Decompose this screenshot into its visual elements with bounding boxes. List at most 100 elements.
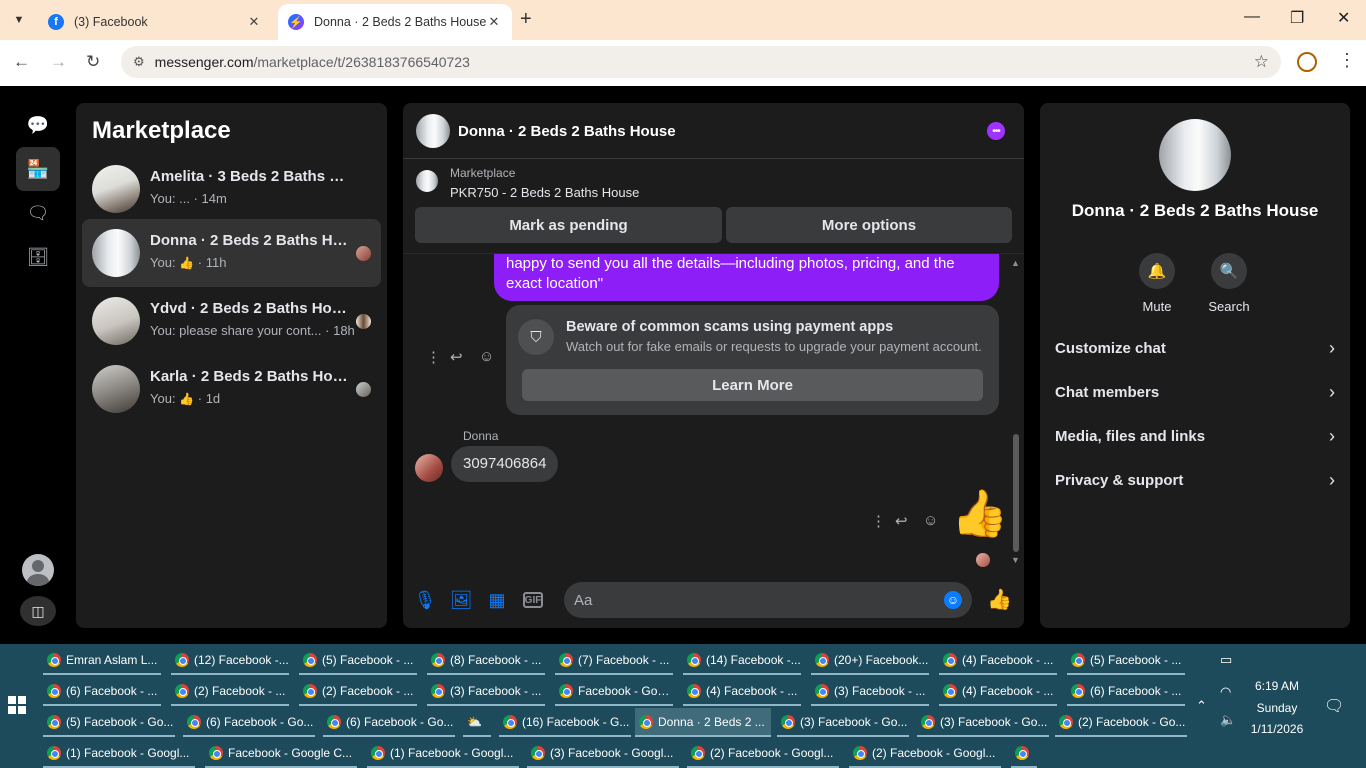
tab-close-icon[interactable]: ✕	[246, 14, 262, 30]
mute-button[interactable]: 🔔 Mute	[1127, 253, 1187, 314]
volume-icon[interactable]: 🔈	[1220, 712, 1236, 728]
chat-members-row[interactable]: Chat members ›	[1055, 378, 1335, 406]
taskbar-window[interactable]: Facebook - Goo...	[555, 677, 673, 706]
react-icon[interactable]: ☺	[479, 348, 494, 365]
taskbar-window[interactable]: (2) Facebook - ...	[299, 677, 417, 706]
close-window-button[interactable]: ✕	[1337, 8, 1350, 28]
back-arrow-icon[interactable]: ←	[13, 52, 30, 72]
taskbar-window[interactable]: (4) Facebook - ...	[683, 677, 801, 706]
scroll-down-icon[interactable]: ▼	[1011, 555, 1020, 565]
scroll-up-icon[interactable]: ▲	[1011, 258, 1020, 268]
taskbar-window[interactable]	[1011, 739, 1037, 768]
scroll-thumb[interactable]	[1013, 434, 1019, 552]
chats-icon[interactable]: 💬	[16, 103, 60, 147]
requests-icon[interactable]: 🗨	[16, 191, 60, 235]
restore-button[interactable]: ❐	[1290, 8, 1304, 28]
conversation-item[interactable]: Karla · 2 Beds 2 Baths House You: 👍 · 1d	[82, 355, 381, 423]
toggle-sidebar-icon[interactable]: ◫	[20, 596, 56, 626]
learn-more-button[interactable]: Learn More	[522, 369, 983, 401]
user-avatar[interactable]	[22, 554, 54, 586]
wifi-icon[interactable]: ◠	[1220, 684, 1231, 700]
tab-facebook[interactable]: f (3) Facebook ✕	[38, 4, 272, 40]
browser-menu-icon[interactable]: ⋮	[1338, 50, 1356, 71]
taskbar-window[interactable]: Emran Aslam L...	[43, 646, 161, 675]
sender-avatar[interactable]	[415, 454, 443, 482]
taskbar-window[interactable]: (2) Facebook - Googl...	[687, 739, 839, 768]
conversation-item[interactable]: Amelita · 3 Beds 2 Baths H... You: ... ·…	[82, 155, 381, 223]
notifications-icon[interactable]: 🗨	[1324, 696, 1344, 716]
taskbar-window[interactable]: (4) Facebook - ...	[939, 646, 1057, 675]
taskbar-window[interactable]: (1) Facebook - Googl...	[43, 739, 195, 768]
customize-chat-row[interactable]: Customize chat ›	[1055, 334, 1335, 362]
media-files-links-row[interactable]: Media, files and links ›	[1055, 422, 1335, 450]
sent-message-bubble[interactable]: happy to send you all the details—includ…	[494, 254, 999, 301]
message-more-icon[interactable]: ⋮	[871, 512, 886, 530]
taskbar-window[interactable]: (3) Facebook - ...	[427, 677, 545, 706]
more-options-button[interactable]: More options	[726, 207, 1012, 243]
taskbar-window-active[interactable]: Donna · 2 Beds 2 ...	[635, 708, 771, 737]
taskbar-window[interactable]: (8) Facebook - ...	[427, 646, 545, 675]
taskbar-window[interactable]: (5) Facebook - ...	[299, 646, 417, 675]
taskbar-window[interactable]: (2) Facebook - ...	[171, 677, 289, 706]
image-icon[interactable]: 🖼	[450, 589, 473, 611]
battery-icon[interactable]: ▭	[1220, 652, 1232, 668]
emoji-icon[interactable]: ☺	[944, 591, 962, 609]
microphone-icon[interactable]: 🎙	[414, 589, 437, 611]
gif-icon[interactable]: GIF	[523, 592, 543, 608]
taskbar-weather[interactable]: ⛅	[463, 708, 491, 737]
forward-arrow-icon[interactable]: →	[50, 52, 67, 72]
message-input[interactable]	[564, 582, 972, 618]
sticker-icon[interactable]: ▦	[486, 589, 508, 611]
reload-icon[interactable]: ↻	[86, 52, 100, 72]
taskbar-clock[interactable]: 6:19 AM Sunday 1/11/2026	[1236, 676, 1318, 741]
profile-icon[interactable]	[1297, 52, 1317, 72]
archive-icon[interactable]: 🗄	[16, 235, 60, 279]
taskbar-window[interactable]: Facebook - Google C...	[205, 739, 357, 768]
send-thumbs-up-icon[interactable]: 👍	[987, 587, 1012, 612]
taskbar-window[interactable]: (14) Facebook -...	[683, 646, 801, 675]
taskbar-window[interactable]: (6) Facebook - ...	[1067, 677, 1185, 706]
search-button[interactable]: 🔍 Search	[1199, 253, 1259, 314]
show-hidden-icons-icon[interactable]: ⌃	[1196, 698, 1207, 714]
taskbar-window[interactable]: (16) Facebook - G...	[499, 708, 631, 737]
tab-messenger[interactable]: ⚡ Donna · 2 Beds 2 Baths House | ✕	[278, 4, 512, 40]
taskbar-window[interactable]: (6) Facebook - ...	[43, 677, 161, 706]
site-settings-icon[interactable]: ⚙	[133, 54, 145, 70]
more-options-icon[interactable]: •••	[987, 122, 1005, 140]
taskbar-window[interactable]: (6) Facebook - Go...	[183, 708, 315, 737]
windows-start-icon[interactable]	[8, 696, 26, 714]
new-tab-button[interactable]: +	[520, 8, 532, 31]
taskbar-window[interactable]: (2) Facebook - Googl...	[849, 739, 1001, 768]
marketplace-icon[interactable]: 🏪	[16, 147, 60, 191]
tab-close-icon[interactable]: ✕	[486, 14, 502, 30]
taskbar-window[interactable]: (7) Facebook - ...	[555, 646, 673, 675]
received-message-bubble[interactable]: 3097406864	[451, 446, 559, 482]
taskbar-window[interactable]: (3) Facebook - Googl...	[527, 739, 679, 768]
taskbar-window[interactable]: (3) Facebook - ...	[811, 677, 929, 706]
taskbar-window[interactable]: (20+) Facebook...	[811, 646, 929, 675]
taskbar-window[interactable]: (5) Facebook - ...	[1067, 646, 1185, 675]
bookmark-star-icon[interactable]: ☆	[1254, 52, 1269, 72]
thumbs-up-sticker-icon[interactable]: 👍	[951, 490, 1008, 536]
taskbar-window[interactable]: (4) Facebook - ...	[939, 677, 1057, 706]
reply-icon[interactable]: ↩	[895, 512, 908, 530]
taskbar-window[interactable]: (3) Facebook - Go...	[917, 708, 1049, 737]
taskbar-window[interactable]: (3) Facebook - Go...	[777, 708, 909, 737]
chat-scrollbar[interactable]: ▲ ▼	[1011, 254, 1021, 571]
taskbar-window[interactable]: (6) Facebook - Go...	[323, 708, 455, 737]
taskbar-window[interactable]: (12) Facebook -...	[171, 646, 289, 675]
taskbar-window[interactable]: (5) Facebook - Go...	[43, 708, 175, 737]
taskbar-window[interactable]: (2) Facebook - Go...	[1055, 708, 1187, 737]
tab-search-button[interactable]: ▼	[8, 9, 30, 31]
react-icon[interactable]: ☺	[923, 512, 938, 529]
conversation-item[interactable]: Ydvd · 2 Beds 2 Baths House You: please …	[82, 287, 381, 355]
conversation-item[interactable]: Donna · 2 Beds 2 Baths Ho... You: 👍 · 11…	[82, 219, 381, 287]
address-bar[interactable]: ⚙ messenger.com/marketplace/t/2638183766…	[121, 46, 1281, 78]
minimize-button[interactable]: —	[1244, 8, 1260, 26]
chat-title[interactable]: Donna · 2 Beds 2 Baths House	[458, 123, 676, 140]
privacy-support-row[interactable]: Privacy & support ›	[1055, 466, 1335, 494]
chat-thumbnail[interactable]	[416, 114, 450, 148]
message-more-icon[interactable]: ⋮	[426, 348, 441, 366]
reply-icon[interactable]: ↩	[450, 348, 463, 366]
mark-as-pending-button[interactable]: Mark as pending	[415, 207, 722, 243]
